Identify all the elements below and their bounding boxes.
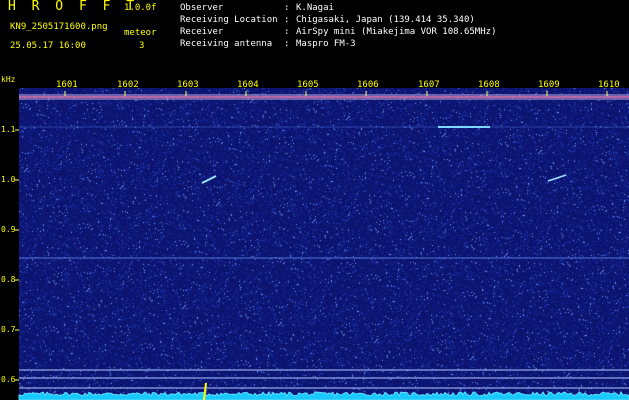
spectrogram-overlay [15, 91, 629, 400]
y-ticks [15, 129, 19, 381]
spectrum-trace [18, 391, 629, 400]
meteor-echo [547, 174, 567, 182]
meteor-echo [201, 175, 217, 184]
